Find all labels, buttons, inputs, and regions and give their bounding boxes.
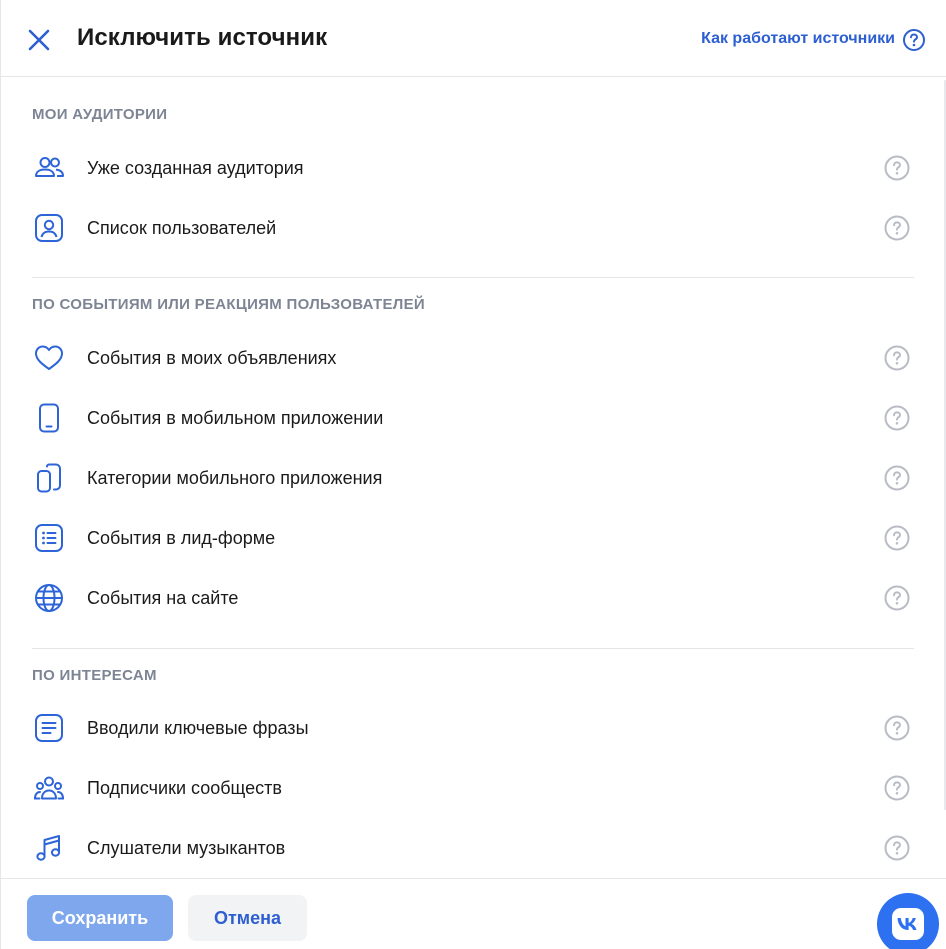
list-item-label: Категории мобильного приложения: [87, 468, 383, 488]
save-button[interactable]: Сохранить: [27, 895, 173, 941]
list-item-lead-form-events[interactable]: События в лид-форме: [1, 508, 946, 568]
panel-footer: Сохранить Отмена: [1, 878, 946, 949]
question-circle-icon[interactable]: [884, 585, 910, 611]
panel-header: Исключить источник Как работают источник…: [1, 0, 946, 77]
list-item-label: Список пользователей: [87, 218, 277, 238]
text-doc-icon: [35, 714, 63, 742]
vk-logo-icon: [892, 908, 924, 940]
phones-icon: [37, 463, 61, 493]
list-item-keyword-phrases[interactable]: Вводили ключевые фразы: [1, 698, 946, 758]
how-sources-work-link[interactable]: Как работают источники: [701, 30, 895, 48]
list-item-label: Подписчики сообществ: [87, 778, 282, 798]
list-item-user-list[interactable]: Список пользователей: [1, 198, 946, 258]
list-icon: [35, 524, 63, 552]
list-item-label: События на сайте: [87, 588, 239, 608]
phone-icon: [39, 403, 59, 433]
user-card-icon: [35, 214, 63, 242]
section-divider: [32, 648, 914, 649]
list-item-label: Слушатели музыкантов: [87, 838, 286, 858]
list-item-site-events[interactable]: События на сайте: [1, 568, 946, 628]
question-circle-icon[interactable]: [884, 405, 910, 431]
section-title-events: ПО СОБЫТИЯМ ИЛИ РЕАКЦИЯМ ПОЛЬЗОВАТЕЛЕЙ: [32, 296, 425, 313]
list-item-label: События в лид-форме: [87, 528, 276, 548]
list-item-label: Вводили ключевые фразы: [87, 718, 309, 738]
section-divider: [32, 277, 914, 278]
vk-logo-button[interactable]: [877, 893, 939, 949]
heart-icon: [35, 345, 63, 370]
community-icon: [33, 776, 65, 800]
section-title-my-audiences: МОИ АУДИТОРИИ: [32, 106, 168, 123]
source-list: МОИ АУДИТОРИИ Уже созданная аудитория Сп…: [1, 78, 946, 878]
list-item-label: События в мобильном приложении: [87, 408, 384, 428]
list-item-mobile-app-events[interactable]: События в мобильном приложении: [1, 388, 946, 448]
question-circle-icon[interactable]: [884, 155, 910, 181]
exclude-source-panel: Исключить источник Как работают источник…: [0, 0, 946, 949]
users-icon: [35, 157, 64, 177]
question-circle-icon[interactable]: [884, 465, 910, 491]
list-item-label: События в моих объявлениях: [87, 348, 337, 368]
question-circle-icon[interactable]: [884, 775, 910, 801]
question-circle-icon[interactable]: [902, 28, 926, 52]
close-icon[interactable]: [25, 26, 53, 54]
globe-icon: [35, 584, 63, 612]
section-title-interests: ПО ИНТЕРЕСАМ: [32, 667, 157, 684]
cancel-button[interactable]: Отмена: [188, 895, 307, 941]
list-item-ad-events[interactable]: События в моих объявлениях: [1, 328, 946, 388]
question-circle-icon[interactable]: [884, 215, 910, 241]
list-item-label: Уже созданная аудитория: [87, 158, 304, 178]
list-item-mobile-app-categories[interactable]: Категории мобильного приложения: [1, 448, 946, 508]
music-icon: [36, 835, 61, 861]
question-circle-icon[interactable]: [884, 715, 910, 741]
list-item-music-listeners[interactable]: Слушатели музыкантов: [1, 818, 946, 878]
list-item-community-subscribers[interactable]: Подписчики сообществ: [1, 758, 946, 818]
list-item-created-audience[interactable]: Уже созданная аудитория: [1, 138, 946, 198]
page-title: Исключить источник: [77, 24, 328, 51]
question-circle-icon[interactable]: [884, 835, 910, 861]
question-circle-icon[interactable]: [884, 345, 910, 371]
question-circle-icon[interactable]: [884, 525, 910, 551]
